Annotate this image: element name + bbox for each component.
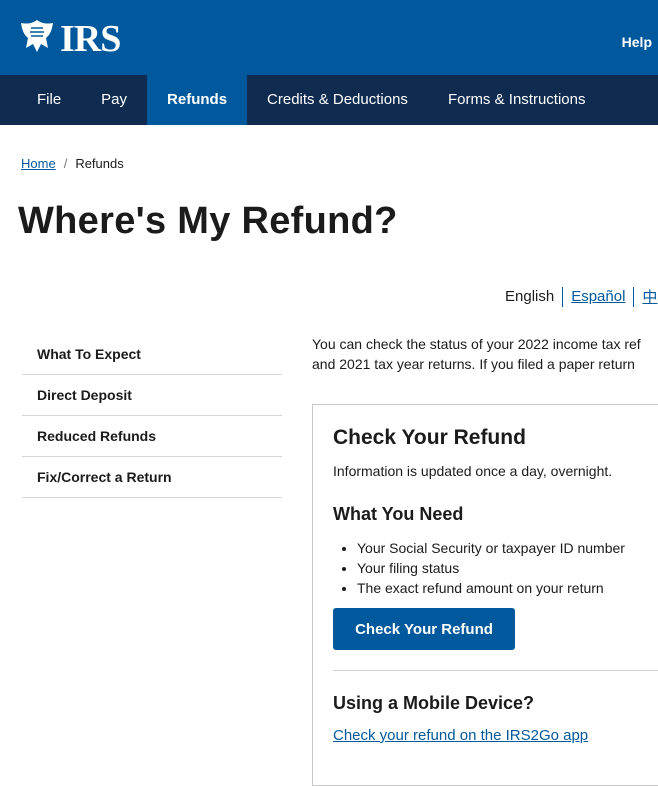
breadcrumb-separator: / bbox=[63, 156, 68, 171]
side-nav: What To Expect Direct Deposit Reduced Re… bbox=[22, 334, 282, 498]
nav-item-refunds[interactable]: Refunds bbox=[147, 75, 248, 125]
list-item: Your filing status bbox=[357, 558, 625, 578]
card-title: Check Your Refund bbox=[333, 426, 526, 449]
page-title: Where's My Refund? bbox=[18, 200, 398, 242]
logo-text: IRS bbox=[60, 17, 121, 60]
nav-item-file[interactable]: File bbox=[0, 75, 81, 125]
irs-logo[interactable]: IRS bbox=[18, 17, 121, 60]
sidebar-item-direct-deposit[interactable]: Direct Deposit bbox=[22, 375, 282, 416]
update-info-text: Information is updated once a day, overn… bbox=[333, 463, 613, 479]
sidebar-item-fix-correct-return[interactable]: Fix/Correct a Return bbox=[22, 457, 282, 498]
check-your-refund-button[interactable]: Check Your Refund bbox=[333, 608, 515, 650]
nav-item-forms-instructions[interactable]: Forms & Instructions bbox=[428, 75, 606, 125]
what-you-need-heading: What You Need bbox=[333, 504, 464, 524]
breadcrumb: Home / Refunds bbox=[21, 156, 124, 171]
irs-eagle-icon bbox=[18, 18, 56, 59]
intro-line-2: and 2021 tax year returns. If you filed … bbox=[312, 356, 635, 372]
site-header: IRS Help bbox=[0, 0, 658, 75]
mobile-device-heading: Using a Mobile Device? bbox=[333, 693, 535, 713]
language-switcher: English Español 中 bbox=[505, 286, 657, 307]
language-english: English bbox=[505, 288, 555, 305]
main-nav: File Pay Refunds Credits & Deductions Fo… bbox=[0, 75, 658, 125]
language-divider bbox=[562, 286, 564, 307]
help-link[interactable]: Help bbox=[622, 34, 652, 50]
breadcrumb-current: Refunds bbox=[75, 156, 124, 171]
language-spanish-link[interactable]: Español bbox=[571, 288, 625, 305]
language-chinese-link[interactable]: 中 bbox=[642, 286, 657, 307]
list-item: Your Social Security or taxpayer ID numb… bbox=[357, 538, 625, 558]
intro-text: You can check the status of your 2022 in… bbox=[312, 334, 658, 374]
nav-item-pay[interactable]: Pay bbox=[81, 75, 147, 125]
sidebar-item-what-to-expect[interactable]: What To Expect bbox=[22, 334, 282, 375]
irs2go-app-link[interactable]: Check your refund on the IRS2Go app bbox=[333, 727, 588, 744]
card-divider bbox=[333, 670, 658, 671]
requirements-list: Your Social Security or taxpayer ID numb… bbox=[333, 538, 625, 598]
sidebar-item-reduced-refunds[interactable]: Reduced Refunds bbox=[22, 416, 282, 457]
list-item: The exact refund amount on your return bbox=[357, 578, 625, 598]
breadcrumb-home-link[interactable]: Home bbox=[21, 156, 56, 171]
nav-item-credits-deductions[interactable]: Credits & Deductions bbox=[247, 75, 428, 125]
intro-line-1: You can check the status of your 2022 in… bbox=[312, 336, 641, 352]
check-refund-card: Check Your Refund Information is updated… bbox=[312, 404, 658, 786]
language-divider bbox=[633, 286, 635, 307]
